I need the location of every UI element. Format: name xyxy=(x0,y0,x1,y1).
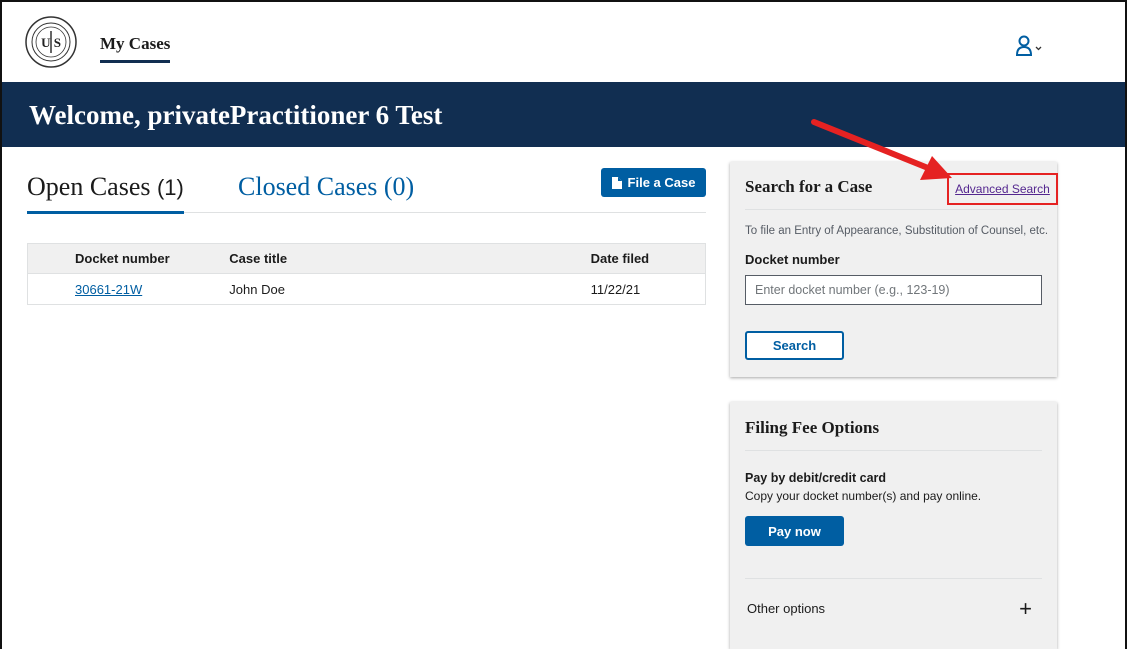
file-a-case-button[interactable]: File a Case xyxy=(601,168,706,197)
other-options-label: Other options xyxy=(747,601,826,616)
search-card-note: To file an Entry of Appearance, Substitu… xyxy=(745,225,1049,237)
top-strip xyxy=(0,0,1127,6)
column-header-docket: Docket number xyxy=(27,243,230,274)
docket-number-label: Docket number xyxy=(745,252,840,267)
filing-fee-options-card: Filing Fee Options Pay by debit/credit c… xyxy=(730,402,1057,649)
search-button[interactable]: Search xyxy=(745,331,844,360)
date-filed-cell: 11/22/21 xyxy=(590,281,641,297)
tab-open-cases[interactable]: Open Cases (1) xyxy=(27,170,184,214)
red-arrow-icon xyxy=(811,119,952,180)
court-seal-icon[interactable]: U S xyxy=(25,16,77,68)
docket-number-input[interactable] xyxy=(745,275,1042,305)
table-row: 30661-21W John Doe 11/22/21 xyxy=(28,274,706,305)
document-icon xyxy=(611,176,622,189)
plus-icon: + xyxy=(1019,596,1032,621)
nav-my-cases[interactable]: My Cases xyxy=(100,34,171,63)
card-divider xyxy=(745,209,1042,210)
card-divider xyxy=(745,578,1042,579)
tab-open-label: Open Cases xyxy=(27,172,151,201)
file-a-case-label: File a Case xyxy=(627,175,696,190)
tab-closed-cases[interactable]: Closed Cases (0) xyxy=(238,170,414,213)
docket-number-link[interactable]: 30661-21W xyxy=(75,282,142,297)
site-header: U S My Cases xyxy=(0,0,1127,82)
pay-card-text: Copy your docket number(s) and pay onlin… xyxy=(745,489,982,503)
table-header-row: Docket number Case title Date filed xyxy=(27,243,706,274)
column-header-title: Case title xyxy=(229,243,591,274)
open-cases-table: Docket number Case title Date filed 3066… xyxy=(27,243,706,305)
case-title-cell: John Doe xyxy=(229,281,285,297)
column-header-date: Date filed xyxy=(590,243,706,274)
user-account-icon[interactable] xyxy=(1015,35,1045,57)
pay-now-button[interactable]: Pay now xyxy=(745,516,844,546)
other-options-accordion[interactable]: Other options + xyxy=(747,596,1032,622)
tab-open-count: (1) xyxy=(156,175,184,200)
page-title: Welcome, privatePractitioner 6 Test xyxy=(29,100,443,130)
fee-card-title: Filing Fee Options xyxy=(745,418,880,437)
pay-card-heading: Pay by debit/credit card xyxy=(745,471,887,485)
card-divider xyxy=(745,450,1042,451)
